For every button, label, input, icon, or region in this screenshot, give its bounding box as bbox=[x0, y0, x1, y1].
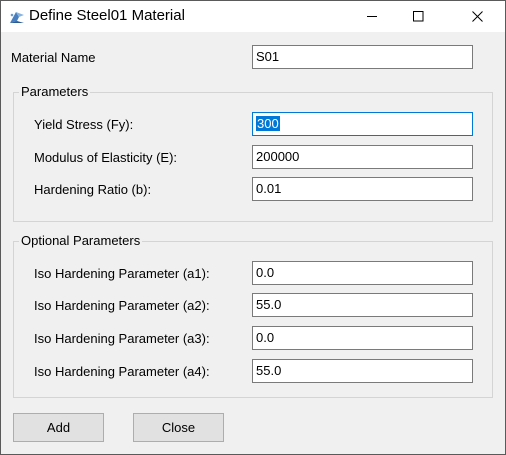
hardening-ratio-label: Hardening Ratio (b): bbox=[34, 182, 152, 197]
yield-stress-input[interactable]: 300 bbox=[252, 112, 473, 136]
modulus-elasticity-input[interactable]: 200000 bbox=[252, 145, 473, 169]
iso-a4-input[interactable]: 55.0 bbox=[252, 359, 473, 383]
close-icon bbox=[471, 11, 483, 22]
maximize-button[interactable] bbox=[395, 1, 441, 32]
dialog-window: Define Steel01 Material Material Name S0… bbox=[0, 0, 506, 455]
optional-parameters-group-title: Optional Parameters bbox=[19, 233, 143, 248]
iso-a2-label: Iso Hardening Parameter (a2): bbox=[34, 298, 210, 313]
iso-a3-input[interactable]: 0.0 bbox=[252, 326, 473, 350]
modulus-elasticity-label: Modulus of Elasticity (E): bbox=[34, 150, 178, 165]
maximize-icon bbox=[412, 11, 424, 22]
minimize-icon bbox=[366, 11, 378, 22]
iso-a2-input[interactable]: 55.0 bbox=[252, 293, 473, 317]
iso-a1-input[interactable]: 0.0 bbox=[252, 261, 473, 285]
close-window-button[interactable] bbox=[454, 1, 500, 32]
iso-a3-label: Iso Hardening Parameter (a3): bbox=[34, 331, 210, 346]
iso-a1-label: Iso Hardening Parameter (a1): bbox=[34, 266, 210, 281]
title-bar[interactable]: Define Steel01 Material bbox=[1, 1, 505, 32]
yield-stress-label: Yield Stress (Fy): bbox=[34, 117, 134, 132]
add-button[interactable]: Add bbox=[13, 413, 104, 442]
app-logo-icon bbox=[8, 9, 26, 25]
yield-stress-value: 300 bbox=[256, 116, 280, 131]
window-title: Define Steel01 Material bbox=[29, 7, 185, 24]
parameters-group-title: Parameters bbox=[19, 84, 91, 99]
minimize-button[interactable] bbox=[349, 1, 395, 32]
close-button[interactable]: Close bbox=[133, 413, 224, 442]
hardening-ratio-input[interactable]: 0.01 bbox=[252, 177, 473, 201]
material-name-input[interactable]: S01 bbox=[252, 45, 473, 69]
iso-a4-label: Iso Hardening Parameter (a4): bbox=[34, 364, 210, 379]
material-name-label: Material Name bbox=[11, 50, 96, 65]
